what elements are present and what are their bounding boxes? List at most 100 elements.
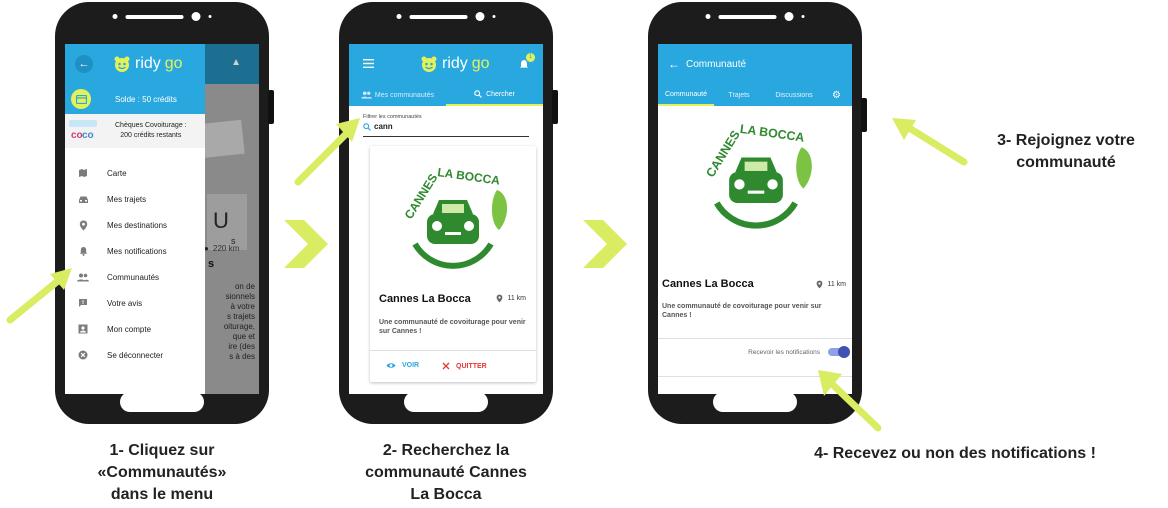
quitter-button[interactable]: QUITTER <box>442 362 487 370</box>
people-icon <box>361 91 372 99</box>
caption-step-4: 4- Recevez ou non des notifications ! <box>814 445 1096 462</box>
phone-3-earpiece <box>705 12 805 21</box>
notifications-setting-row: Recevoir les notifications <box>748 346 850 358</box>
phone-3-appbar: ← Communauté <box>658 44 852 84</box>
arrow-pointing-join <box>892 118 968 166</box>
cheques-row[interactable]: co co Chèques Covoiturage :200 crédits r… <box>65 114 205 148</box>
community-description: Une communauté de covoiturage pour venir… <box>662 303 822 319</box>
phone-1-home-button[interactable] <box>120 392 204 412</box>
logout-icon <box>71 350 95 360</box>
phone-2-screen: ridy go 1 Mes communautés Chercher Filtre… <box>349 44 543 394</box>
tab-chercher[interactable]: Chercher <box>446 84 543 106</box>
phone-1-side-button <box>268 90 274 124</box>
car-icon <box>71 195 95 204</box>
menu-item-mes-destinations[interactable]: Mes destinations <box>65 212 205 238</box>
bell-icon <box>71 246 95 256</box>
svg-text:LA BOCCA: LA BOCCA <box>739 122 805 145</box>
phone-2: ridy go 1 Mes communautés Chercher Filtre… <box>339 2 558 424</box>
map-icon <box>71 168 95 178</box>
phone-2-side-button <box>552 90 558 124</box>
arrow-pointing-notifications <box>818 370 882 432</box>
background-s2: s <box>208 258 215 270</box>
menu-item-se-deconnecter[interactable]: Se déconnecter <box>65 342 205 368</box>
ridygo-face-icon <box>114 56 130 72</box>
close-icon <box>442 362 450 370</box>
card-title: Cannes La Bocca <box>379 293 471 305</box>
tab-discussions[interactable]: Discussions <box>764 92 824 99</box>
cheques-text: Chèques Covoiturage :200 crédits restant… <box>115 122 187 139</box>
tab-trajets[interactable]: Trajets <box>714 92 764 99</box>
card-description: Une communauté de covoiturage pour venir… <box>379 319 526 335</box>
search-icon <box>474 90 483 98</box>
phone-2-appbar: ridy go 1 <box>349 44 543 84</box>
menu-item-carte[interactable]: Carte <box>65 160 205 186</box>
place-icon <box>71 220 95 231</box>
place-icon <box>497 294 503 303</box>
filter-label: Filtrer les communautés <box>363 114 422 120</box>
chevron-right-icon <box>583 220 627 268</box>
menu-item-communautes[interactable]: Communautés <box>65 264 205 290</box>
notifications-bell-icon[interactable]: 1 <box>519 53 535 70</box>
card-divider <box>370 350 536 351</box>
voir-button[interactable]: VOIR <box>386 362 419 369</box>
background-app: ▲ U s ● 220 km s on de sionnels à votre s t… <box>197 44 259 394</box>
community-logo: CANNES LA BOCCA <box>393 154 513 274</box>
eye-icon <box>386 363 396 368</box>
hamburger-menu-icon[interactable] <box>363 55 374 73</box>
menu-item-mon-compte[interactable]: Mon compte <box>65 316 205 342</box>
background-letters: U <box>213 208 229 233</box>
notifications-toggle[interactable] <box>828 346 850 358</box>
svg-text:LA BOCCA: LA BOCCA <box>437 165 502 188</box>
caption-step-1: 1- Cliquez sur «Communautés» dans le menu <box>97 442 227 503</box>
phone-3-tabbar: Communauté Trajets Discussions ⚙ <box>658 84 852 106</box>
phone-3-screen: ← Communauté Communauté Trajets Discussi… <box>658 44 852 394</box>
community-card[interactable]: CANNES LA BOCCA Cannes La Bocca 11 km Un… <box>370 146 536 382</box>
phone-1-earpiece <box>112 12 212 21</box>
tab-communaute[interactable]: Communauté <box>658 84 714 106</box>
balance-row[interactable]: Solde : 50 crédits <box>65 84 205 114</box>
drawer-header: ← ridy go <box>65 44 205 84</box>
phone-3-home-button[interactable] <box>713 392 797 412</box>
phone-3-side-button <box>861 98 867 132</box>
community-page-title: Communauté <box>686 58 747 70</box>
ridygo-logo: ridy go <box>113 55 183 73</box>
back-arrow-icon[interactable]: ← <box>668 57 680 71</box>
nav-drawer: ← ridy go Solde : 50 crédits co co Chèqu… <box>65 44 205 394</box>
card-distance: 11 km <box>496 294 526 303</box>
ridygo-face-icon <box>421 56 437 72</box>
community-distance: 11 km <box>816 280 846 289</box>
filter-field[interactable]: Filtrer les communautés cann <box>363 114 529 137</box>
arrow-pointing-communautes <box>6 268 72 324</box>
background-distance: 220 km <box>213 244 240 253</box>
chevron-right-icon <box>284 220 328 268</box>
notifications-label: Recevoir les notifications <box>748 348 820 356</box>
menu-item-mes-notifications[interactable]: Mes notifications <box>65 238 205 264</box>
arrow-pointing-search <box>294 118 360 186</box>
back-arrow-icon[interactable]: ← <box>75 55 93 73</box>
caption-step-3: 3- Rejoignez votre communauté <box>997 132 1135 171</box>
place-icon <box>817 280 823 289</box>
notification-badge: 1 <box>526 53 535 62</box>
background-paragraph: on de sionnels à votre s trajets oiturage, q… <box>223 282 255 361</box>
phone-2-home-button[interactable] <box>404 392 488 412</box>
phone-3: ← Communauté Communauté Trajets Discussi… <box>648 2 867 424</box>
notif-divider <box>658 338 852 339</box>
balance-text: Solde : 50 crédits <box>115 94 177 104</box>
phone-1-screen: ▲ U s ● 220 km s on de sionnels à votre s t… <box>65 44 259 394</box>
cocoo-logo: co co <box>69 118 101 144</box>
filter-value: cann <box>374 122 393 131</box>
tab-mes-communautes[interactable]: Mes communautés <box>349 84 446 106</box>
wallet-icon <box>71 89 91 109</box>
community-logo: CANNES LA BOCCA <box>694 108 818 236</box>
menu-item-votre-avis[interactable]: Votre avis <box>65 290 205 316</box>
background-bell-icon: ▲ <box>231 57 241 68</box>
phone-2-tabbar: Mes communautés Chercher <box>349 84 543 106</box>
gear-icon[interactable]: ⚙ <box>832 90 841 101</box>
search-icon <box>363 122 371 131</box>
phone-2-earpiece <box>396 12 496 21</box>
community-name: Cannes La Bocca <box>662 278 754 290</box>
caption-step-2: 2- Recherchez la communauté Cannes La Bocc… <box>365 442 527 503</box>
menu-item-mes-trajets[interactable]: Mes trajets <box>65 186 205 212</box>
ridygo-logo: ridy go <box>420 55 490 73</box>
phone-1: ▲ U s ● 220 km s on de sionnels à votre s t… <box>55 2 274 424</box>
